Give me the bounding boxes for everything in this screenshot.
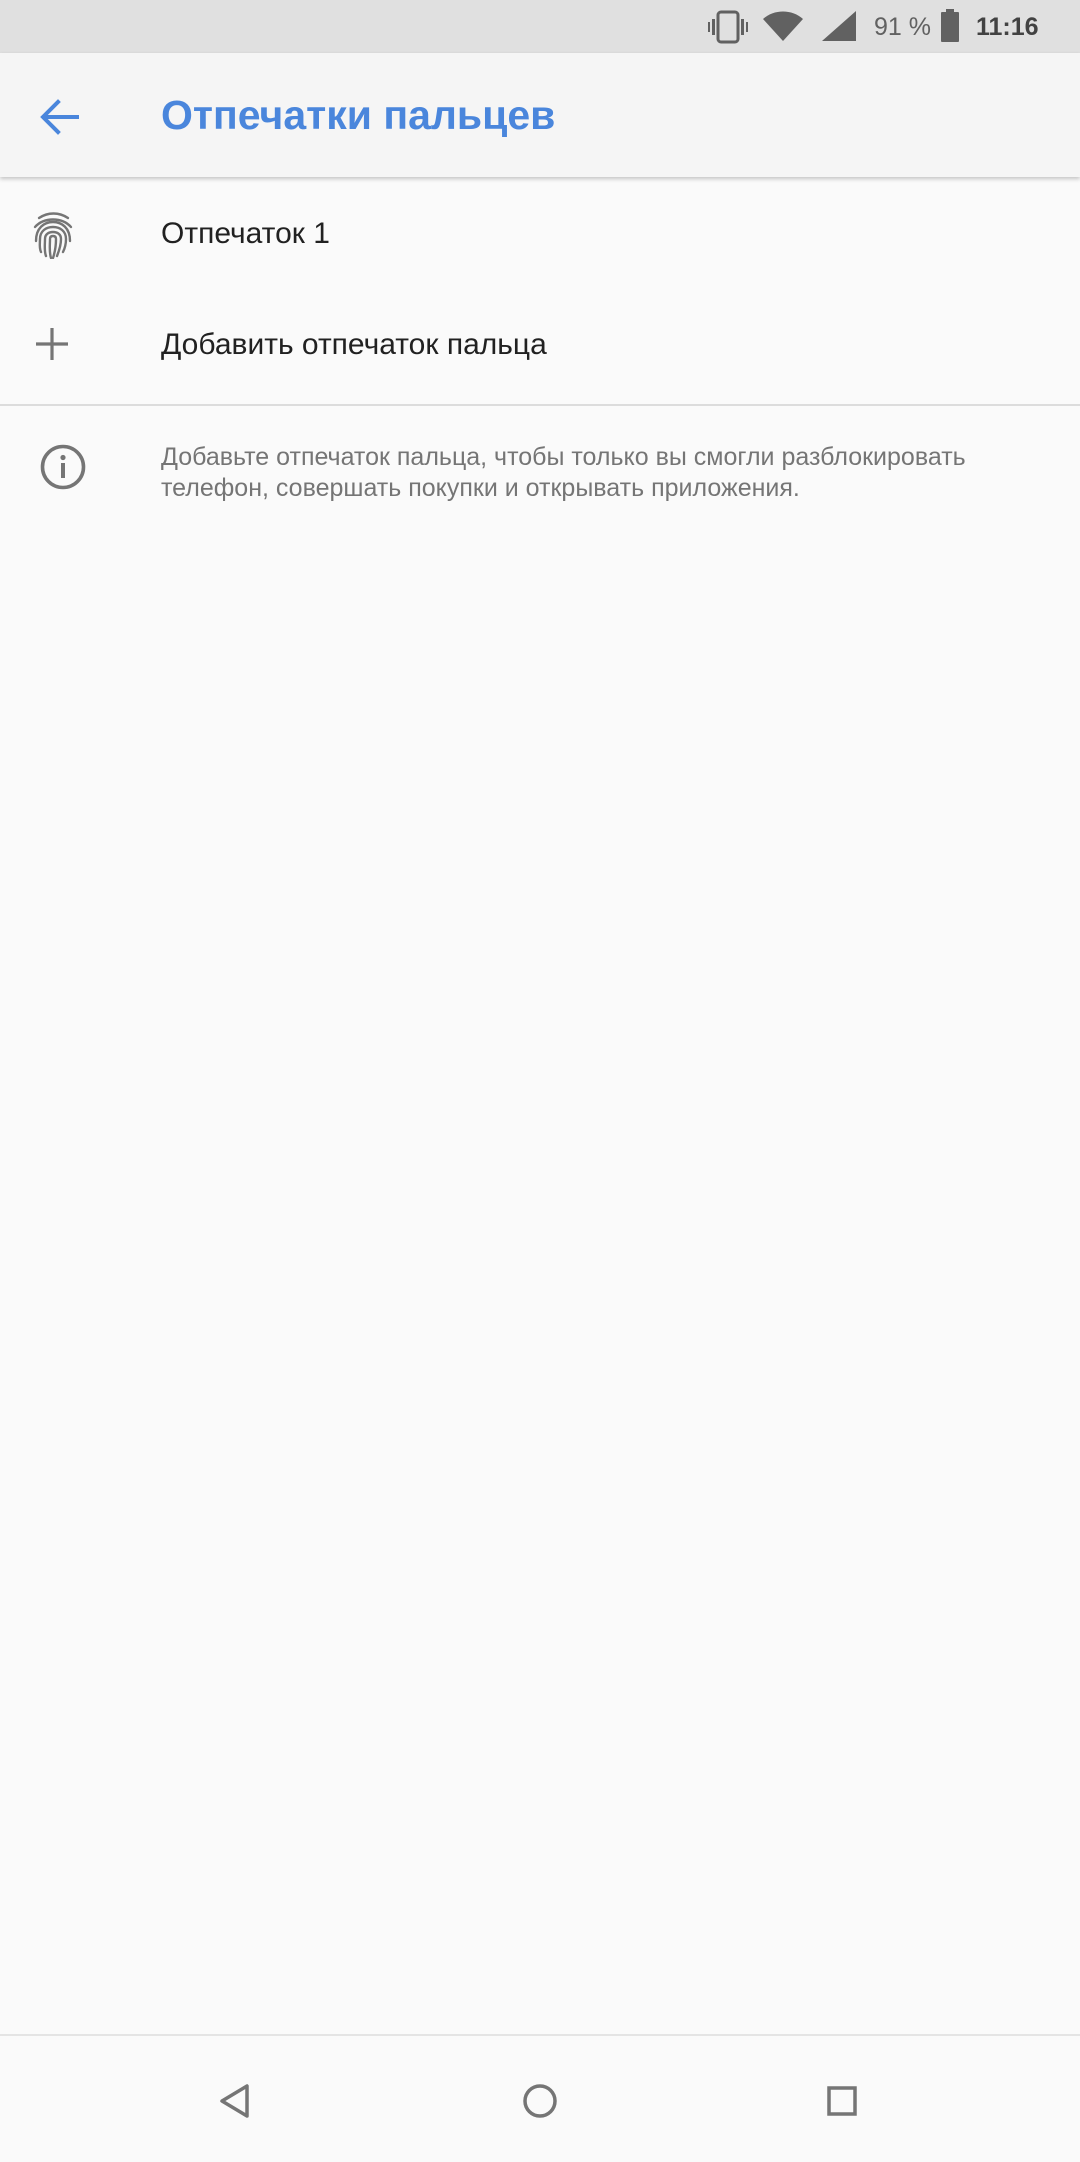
recents-square-icon: [827, 2086, 857, 2116]
vibrate-icon: [708, 10, 748, 49]
info-icon: [40, 444, 86, 495]
add-fingerprint-button[interactable]: Добавить отпечаток пальца: [0, 289, 1080, 402]
nav-back-button[interactable]: [190, 2056, 280, 2146]
clock: 11:16: [976, 13, 1039, 41]
list-item-label: Отпечаток 1: [161, 217, 330, 250]
signal-icon: [820, 10, 858, 47]
list-item-fingerprint-1[interactable]: Отпечаток 1: [0, 177, 1080, 289]
status-bar: 91 % 11:16: [0, 0, 1080, 53]
add-icon: [35, 327, 69, 366]
battery-icon: [940, 9, 960, 48]
navigation-bar: [0, 2034, 1080, 2162]
info-text: Добавьте отпечаток пальца, чтобы только …: [161, 443, 966, 502]
fingerprint-icon: [32, 211, 74, 264]
back-triangle-icon: [220, 2084, 249, 2118]
nav-recents-button[interactable]: [797, 2056, 887, 2146]
divider: [0, 404, 1080, 406]
app-bar: Отпечатки пальцев: [0, 53, 1080, 177]
home-circle-icon: [523, 2084, 557, 2118]
wifi-icon: [762, 10, 804, 47]
battery-percent: 91 %: [874, 13, 931, 41]
arrow-back-icon: [40, 99, 79, 135]
list-item-label: Добавить отпечаток пальца: [161, 328, 547, 361]
page-title: Отпечатки пальцев: [161, 92, 556, 138]
back-button[interactable]: [22, 85, 102, 149]
nav-home-button[interactable]: [495, 2056, 585, 2146]
